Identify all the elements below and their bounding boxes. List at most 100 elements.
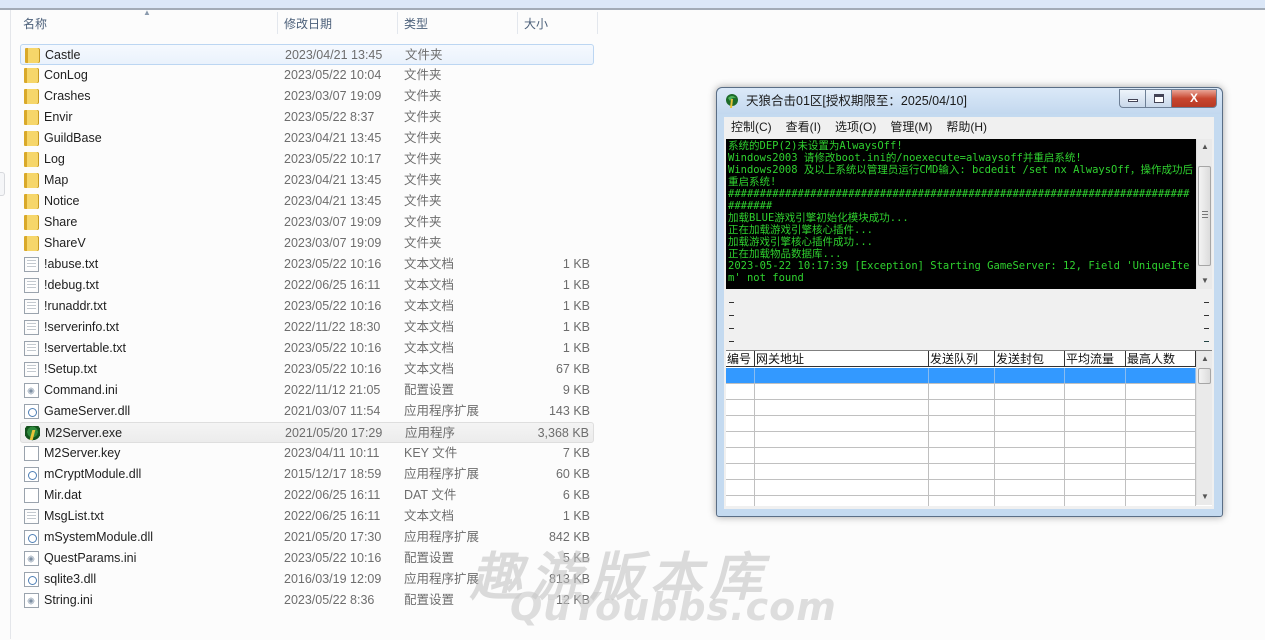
menu-control[interactable]: 控制(C)	[724, 117, 779, 137]
gateway-table-row[interactable]	[726, 400, 1196, 416]
menu-options[interactable]: 选项(O)	[828, 117, 883, 137]
scroll-down-icon[interactable]: ▼	[1197, 273, 1213, 289]
gateway-column-header[interactable]: 发送封包	[995, 351, 1065, 367]
window-titlebar[interactable]: 天狼合击01区[授权期限至：2025/04/10] X	[717, 88, 1222, 114]
file-date: 2023/05/22 10:17	[284, 152, 382, 166]
maximize-button[interactable]	[1145, 89, 1171, 108]
file-type: 文件夹	[404, 194, 442, 208]
status-line-left	[729, 302, 734, 303]
gateway-column-header[interactable]: 最高人数	[1126, 351, 1196, 367]
navigation-pane-border[interactable]	[10, 10, 11, 639]
column-divider[interactable]	[277, 12, 278, 34]
gateway-table-row[interactable]	[726, 448, 1196, 464]
gateway-table-cell	[995, 448, 1065, 463]
gateway-table-row[interactable]	[726, 432, 1196, 448]
caption-buttons: X	[1119, 89, 1217, 108]
table-scrollbar-thumb[interactable]	[1198, 368, 1211, 384]
gateway-table-cell	[1126, 400, 1196, 415]
file-date: 2023/04/21 13:45	[284, 173, 382, 187]
column-header-name[interactable]: 名称	[18, 12, 276, 36]
gateway-table-row[interactable]	[726, 464, 1196, 480]
table-scrollbar[interactable]: ▲ ▼	[1196, 351, 1212, 505]
status-line-right	[1204, 302, 1209, 303]
close-button[interactable]: X	[1171, 89, 1217, 108]
gateway-table-cell	[995, 384, 1065, 399]
file-name: !servertable.txt	[44, 341, 126, 355]
column-header-date[interactable]: 修改日期	[279, 12, 396, 36]
file-row[interactable]: Share 2023/03/07 19:09 文件夹	[20, 212, 594, 233]
gateway-column-header[interactable]: 网关地址	[755, 351, 929, 367]
gateway-table-row[interactable]	[726, 368, 1196, 384]
column-divider[interactable]	[397, 12, 398, 34]
column-header-size[interactable]: 大小	[519, 12, 596, 36]
file-row[interactable]: M2Server.exe 2021/05/20 17:29 应用程序 3,368 KB	[20, 422, 594, 443]
file-name: !abuse.txt	[44, 257, 99, 271]
file-row[interactable]: ConLog 2023/05/22 10:04 文件夹	[20, 65, 594, 86]
file-name: Envir	[44, 110, 73, 124]
file-row[interactable]: !serverinfo.txt 2022/11/22 18:30 文本文档 1 KB	[20, 317, 594, 338]
menu-view[interactable]: 查看(I)	[779, 117, 828, 137]
gateway-table-row[interactable]	[726, 416, 1196, 432]
file-date: 2023/05/22 10:04	[284, 68, 382, 82]
gateway-table-cell	[726, 496, 755, 506]
file-row[interactable]: String.ini 2023/05/22 8:36 配置设置 12 KB	[20, 590, 594, 611]
file-row[interactable]: Command.ini 2022/11/12 21:05 配置设置 9 KB	[20, 380, 594, 401]
file-row[interactable]: !abuse.txt 2023/05/22 10:16 文本文档 1 KB	[20, 254, 594, 275]
file-name: Notice	[44, 194, 80, 208]
gateway-column-header[interactable]: 平均流量	[1065, 351, 1126, 367]
file-row[interactable]: GuildBase 2023/04/21 13:45 文件夹	[20, 128, 594, 149]
file-date: 2023/04/21 13:45	[284, 194, 382, 208]
file-row[interactable]: !servertable.txt 2023/05/22 10:16 文本文档 1 KB	[20, 338, 594, 359]
gateway-table: 编号 网关地址 发送队列 发送封包 平均流量 最高人数	[726, 350, 1212, 506]
gateway-table-header: 编号 网关地址 发送队列 发送封包 平均流量 最高人数	[726, 351, 1196, 367]
folder-icon	[24, 173, 39, 188]
file-row[interactable]: Mir.dat 2022/06/25 16:11 DAT 文件 6 KB	[20, 485, 594, 506]
file-row[interactable]: Log 2023/05/22 10:17 文件夹	[20, 149, 594, 170]
file-name: GameServer.dll	[44, 404, 131, 418]
file-row[interactable]: Envir 2023/05/22 8:37 文件夹	[20, 107, 594, 128]
console-scrollbar-thumb[interactable]	[1198, 166, 1211, 266]
file-type: 文件夹	[404, 236, 442, 250]
scroll-down-icon[interactable]: ▼	[1197, 489, 1213, 505]
file-row[interactable]: ShareV 2023/03/07 19:09 文件夹	[20, 233, 594, 254]
file-type: DAT 文件	[404, 488, 457, 502]
file-date: 2023/05/22 10:16	[284, 341, 382, 355]
file-row[interactable]: sqlite3.dll 2016/03/19 12:09 应用程序扩展 813 KB	[20, 569, 594, 590]
file-row[interactable]: QuestParams.ini 2023/05/22 10:16 配置设置 5 KB	[20, 548, 594, 569]
file-row[interactable]: !Setup.txt 2023/05/22 10:16 文本文档 67 KB	[20, 359, 594, 380]
menu-help[interactable]: 帮助(H)	[939, 117, 994, 137]
file-name: ConLog	[44, 68, 88, 82]
log-console[interactable]: 系统的DEP(2)未设置为AlwaysOff! Windows2003 请修改bo…	[726, 139, 1196, 289]
file-row[interactable]: !debug.txt 2022/06/25 16:11 文本文档 1 KB	[20, 275, 594, 296]
gateway-table-cell	[726, 464, 755, 479]
navigation-pane-splitter[interactable]	[0, 172, 5, 196]
file-row[interactable]: Map 2023/04/21 13:45 文件夹	[20, 170, 594, 191]
console-line: Windows2008 及以上系统以管理员运行CMD输入: bcdedit /s…	[728, 164, 1194, 188]
file-row[interactable]: !runaddr.txt 2023/05/22 10:16 文本文档 1 KB	[20, 296, 594, 317]
file-row[interactable]: MsgList.txt 2022/06/25 16:11 文本文档 1 KB	[20, 506, 594, 527]
file-row[interactable]: Castle 2023/04/21 13:45 文件夹	[20, 44, 594, 65]
scroll-up-icon[interactable]: ▲	[1197, 351, 1213, 367]
gateway-table-cell	[929, 368, 995, 383]
file-row[interactable]: mSystemModule.dll 2021/05/20 17:30 应用程序扩展 8…	[20, 527, 594, 548]
gateway-column-header[interactable]: 发送队列	[929, 351, 995, 367]
file-row[interactable]: Notice 2023/04/21 13:45 文件夹	[20, 191, 594, 212]
file-row[interactable]: M2Server.key 2023/04/11 10:11 KEY 文件 7 KB	[20, 443, 594, 464]
file-name: Share	[44, 215, 78, 229]
scroll-up-icon[interactable]: ▲	[1197, 139, 1213, 155]
gateway-table-cell	[755, 400, 929, 415]
gateway-column-header[interactable]: 编号	[726, 351, 755, 367]
gateway-table-cell	[726, 448, 755, 463]
file-row[interactable]: GameServer.dll 2021/03/07 11:54 应用程序扩展 143 …	[20, 401, 594, 422]
console-scrollbar[interactable]: ▲ ▼	[1196, 139, 1212, 289]
column-divider[interactable]	[517, 12, 518, 34]
menu-manage[interactable]: 管理(M)	[883, 117, 939, 137]
gateway-table-row[interactable]	[726, 384, 1196, 400]
gateway-table-row[interactable]	[726, 480, 1196, 496]
column-divider[interactable]	[597, 12, 598, 34]
minimize-button[interactable]	[1119, 89, 1145, 108]
gateway-table-row[interactable]	[726, 496, 1196, 506]
file-row[interactable]: Crashes 2023/03/07 19:09 文件夹	[20, 86, 594, 107]
file-row[interactable]: mCryptModule.dll 2015/12/17 18:59 应用程序扩展 60…	[20, 464, 594, 485]
column-header-type[interactable]: 类型	[399, 12, 516, 36]
